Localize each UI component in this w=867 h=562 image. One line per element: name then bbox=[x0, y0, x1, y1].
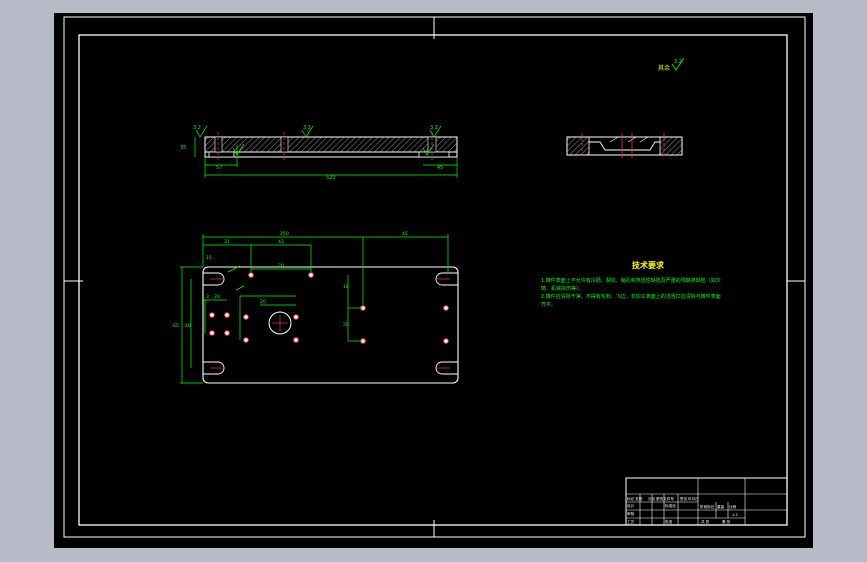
top-left-a-label: 31 bbox=[224, 239, 230, 245]
vert-mid-label: 40 bbox=[185, 323, 191, 329]
side-taper-lines bbox=[609, 136, 649, 143]
front-left-pocket bbox=[208, 151, 235, 158]
front-left-hole bbox=[214, 136, 223, 153]
front-left-offset-label: 57 bbox=[216, 165, 222, 171]
vert-small-b-label: 20 bbox=[214, 294, 220, 300]
side-hatch-right bbox=[659, 136, 683, 156]
title-block: 标记 处数 分区 更改文件号 签名 年月日 设计 标准化 审核 工艺 批准 阶段… bbox=[625, 477, 788, 526]
hole-8 bbox=[243, 337, 249, 343]
front-right-pocket bbox=[418, 151, 450, 158]
tb-ratio: 比例 bbox=[729, 504, 737, 509]
global-roughness: 其余 3.2 bbox=[658, 57, 685, 72]
tech-line-3: 2.铸件应清除干净，不得有毛刺、飞边，非加工表面上的浇冒口应清除与铸件表面 bbox=[541, 293, 721, 300]
hole-span-label: 20 bbox=[278, 263, 284, 269]
tb-r1c5: 年月日 bbox=[688, 496, 699, 501]
tb-sheet-no: 第 张 bbox=[722, 519, 731, 524]
tech-line-1: 1.铸件表面上不允许有冷隔、裂纹、缩孔和穿透性缺陷及严重的残缺类缺陷（如欠 bbox=[541, 277, 721, 284]
drawing-frame bbox=[63, 16, 806, 538]
tb-r1c4: 签名 bbox=[680, 496, 688, 501]
tb-r4c2: 批准 bbox=[665, 519, 673, 524]
hole-4 bbox=[224, 312, 230, 318]
tech-line-2: 铸、机械损伤等）。 bbox=[541, 285, 584, 292]
front-length-label: 520 bbox=[326, 175, 336, 181]
tb-r3c1: 审核 bbox=[627, 511, 635, 516]
global-roughness-value: 3.2 bbox=[674, 59, 682, 65]
top-overall-label: 250 bbox=[280, 231, 289, 237]
tb-ratio-value: 1:2 bbox=[732, 513, 738, 517]
tb-sheet-total: 共 张 bbox=[701, 519, 710, 524]
top-plan-view: 250 45 31 43 15 20 20 65 40 3 20 10 20 bbox=[173, 231, 459, 384]
hole-2 bbox=[308, 272, 314, 278]
leader-2 bbox=[235, 285, 245, 291]
side-section-view bbox=[566, 133, 683, 158]
tb-r1c2: 分区 bbox=[648, 496, 656, 501]
hole-3 bbox=[209, 312, 215, 318]
side-hatch-left bbox=[566, 136, 590, 156]
tb-r4c1: 工艺 bbox=[627, 519, 635, 524]
front-section-view: 35 520 57 45 3.2 3.2 3.2 bbox=[180, 125, 458, 181]
vert-small-a-label: 3 bbox=[206, 294, 209, 300]
outer-border bbox=[63, 16, 806, 538]
slot-w-label: 15 bbox=[206, 255, 212, 261]
front-roughness-mid-label: 3.2 bbox=[303, 125, 311, 131]
tb-weight: 重量 bbox=[717, 504, 725, 509]
vert-right-b-label: 20 bbox=[343, 322, 349, 328]
cad-canvas: 其余 3.2 35 520 57 45 3.2 3.2 3.2 250 45 3… bbox=[63, 16, 806, 538]
hole-7 bbox=[243, 314, 249, 320]
hole-13 bbox=[443, 305, 449, 311]
plan-center-marks bbox=[210, 278, 450, 369]
plan-dimensions bbox=[180, 234, 449, 384]
side-inner-profile bbox=[589, 141, 660, 151]
global-roughness-label: 其余 bbox=[658, 64, 670, 72]
tb-r2c2: 标准化 bbox=[665, 503, 676, 508]
tech-title: 技术要求 bbox=[632, 260, 665, 270]
title-block-grid bbox=[626, 478, 787, 525]
vert-overall-label: 65 bbox=[173, 323, 179, 329]
front-mid-hole bbox=[280, 136, 289, 153]
top-right-label: 45 bbox=[402, 231, 408, 237]
hole-10 bbox=[293, 337, 299, 343]
plan-holes bbox=[209, 272, 449, 344]
front-roughness-left-label: 3.2 bbox=[193, 125, 201, 131]
hole-6 bbox=[224, 330, 230, 336]
plan-slots bbox=[203, 272, 458, 375]
hole-1 bbox=[248, 272, 254, 278]
hole-14 bbox=[443, 338, 449, 344]
front-right-offset-label: 45 bbox=[437, 165, 443, 171]
tb-stage: 阶段标记 bbox=[700, 504, 715, 509]
tb-r2c1: 设计 bbox=[627, 503, 635, 508]
tb-r1c1: 标记 处数 bbox=[627, 496, 643, 501]
vert-right-a-label: 10 bbox=[343, 284, 349, 290]
front-section-body bbox=[204, 136, 458, 153]
bore-dim-label: 20 bbox=[260, 299, 266, 305]
hole-5 bbox=[209, 330, 215, 336]
front-height-label: 35 bbox=[180, 145, 186, 151]
top-left-b-label: 43 bbox=[278, 239, 284, 245]
technical-requirements: 技术要求 1.铸件表面上不允许有冷隔、裂纹、缩孔和穿透性缺陷及严重的残缺类缺陷（… bbox=[541, 260, 721, 308]
hole-9 bbox=[293, 314, 299, 320]
tech-line-4: 齐平。 bbox=[541, 301, 556, 308]
tb-r1c3: 更改文件号 bbox=[656, 496, 674, 501]
plan-outline bbox=[202, 266, 459, 384]
front-roughness-right-label: 3.2 bbox=[430, 125, 438, 131]
